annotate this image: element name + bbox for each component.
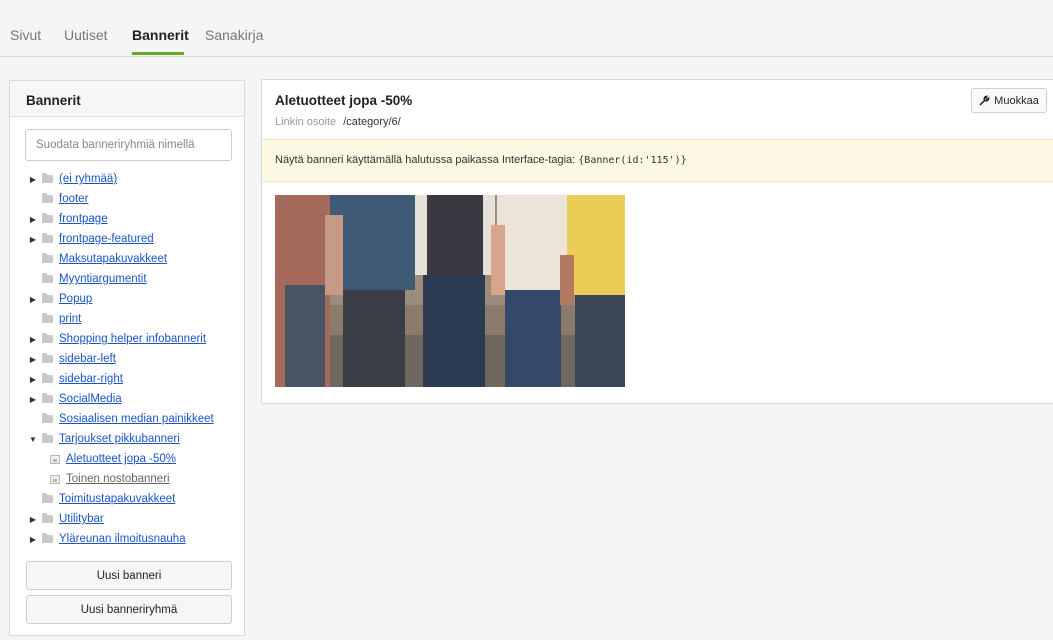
wrench-icon	[979, 95, 990, 106]
tree-item-label[interactable]: print	[59, 313, 81, 325]
tree-group-item[interactable]: ▶ Shopping helper infobannerit	[28, 331, 206, 347]
caret-right-icon[interactable]: ▶	[28, 175, 38, 184]
notice-text: Näytä banneri käyttämällä halutussa paik…	[275, 154, 579, 166]
tab-uutiset[interactable]: Uutiset	[64, 27, 108, 43]
folder-icon	[42, 493, 53, 503]
tree-group-item[interactable]: Sosiaalisen median painikkeet	[28, 411, 214, 427]
tree-group-item[interactable]: print	[28, 311, 81, 327]
tree-group-item[interactable]: ▶ sidebar-right	[28, 371, 123, 387]
caret-right-icon[interactable]: ▶	[28, 215, 38, 224]
tree-group-item[interactable]: ▶ SocialMedia	[28, 391, 122, 407]
banner-detail-panel: Aletuotteet jopa -50% Linkin osoite /cat…	[261, 79, 1053, 404]
edit-button-label: Muokkaa	[994, 94, 1039, 107]
caret-right-icon[interactable]: ▶	[28, 335, 38, 344]
image-icon	[50, 474, 60, 484]
caret-down-icon[interactable]: ▼	[28, 435, 38, 444]
new-banner-group-button[interactable]: Uusi banneriryhmä	[26, 595, 232, 624]
tree-group-item[interactable]: footer	[28, 191, 88, 207]
banner-groups-panel: Bannerit ▶ (ei ryhmää) footer ▶ frontpage ▶ fr…	[9, 80, 245, 636]
tree-group-item[interactable]: ▶ Utilitybar	[28, 511, 104, 527]
tree-item-label[interactable]: Shopping helper infobannerit	[59, 333, 206, 345]
tree-item-label[interactable]: Maksutapakuvakkeet	[59, 253, 167, 265]
tree-group-item[interactable]: ▶ frontpage-featured	[28, 231, 154, 247]
folder-icon	[42, 313, 53, 323]
tree-group-item[interactable]: Toimitustapakuvakkeet	[28, 491, 175, 507]
folder-icon	[42, 333, 53, 343]
folder-icon	[42, 413, 53, 423]
banner-title: Aletuotteet jopa -50%	[275, 93, 413, 108]
tree-item-label[interactable]: Aletuotteet jopa -50%	[66, 453, 176, 465]
tree-item-label[interactable]: Tarjoukset pikkubanneri	[59, 433, 180, 445]
tree-item-label[interactable]: Popup	[59, 293, 92, 305]
banner-image	[275, 195, 625, 387]
new-banner-button[interactable]: Uusi banneri	[26, 561, 232, 590]
link-value: /category/6/	[343, 116, 401, 128]
top-tab-bar: Sivut Uutiset Bannerit Sanakirja	[0, 0, 1053, 57]
link-label: Linkin osoite	[275, 116, 337, 128]
folder-icon	[42, 253, 53, 263]
caret-right-icon[interactable]: ▶	[28, 235, 38, 244]
folder-icon	[42, 513, 53, 523]
folder-icon	[42, 353, 53, 363]
edit-button[interactable]: Muokkaa	[971, 88, 1047, 113]
tab-sivut[interactable]: Sivut	[10, 27, 41, 43]
active-tab-indicator	[132, 52, 184, 55]
filter-input[interactable]	[25, 129, 232, 161]
folder-icon	[42, 173, 53, 183]
folder-icon	[42, 213, 53, 223]
folder-icon	[42, 233, 53, 243]
tree-item-label[interactable]: Utilitybar	[59, 513, 104, 525]
tree-item-label[interactable]: Yläreunan ilmoitusnauha	[59, 533, 186, 545]
tree-group-item[interactable]: Maksutapakuvakkeet	[28, 251, 167, 267]
tree-group-item[interactable]: ▶ Yläreunan ilmoitusnauha	[28, 531, 186, 547]
tree-item-label[interactable]: (ei ryhmää)	[59, 173, 117, 185]
link-row: Linkin osoite /category/6/	[275, 116, 401, 128]
tree-group-item[interactable]: ▶ (ei ryhmää)	[28, 171, 117, 187]
caret-right-icon[interactable]: ▶	[28, 375, 38, 384]
tree-group-item[interactable]: ▶ frontpage	[28, 211, 108, 227]
tree-item-label[interactable]: footer	[59, 193, 88, 205]
tree-group-item[interactable]: ▼ Tarjoukset pikkubanneri	[28, 431, 180, 447]
tab-sanakirja[interactable]: Sanakirja	[205, 27, 263, 43]
folder-icon	[42, 373, 53, 383]
tree-item-label[interactable]: Myyntiargumentit	[59, 273, 147, 285]
folder-icon	[42, 193, 53, 203]
tree-group-item[interactable]: ▶ Popup	[28, 291, 92, 307]
caret-right-icon[interactable]: ▶	[28, 395, 38, 404]
tree-item-label[interactable]: sidebar-right	[59, 373, 123, 385]
folder-icon	[42, 393, 53, 403]
tree-group-item[interactable]: ▶ sidebar-left	[28, 351, 116, 367]
tree-item-label[interactable]: frontpage-featured	[59, 233, 154, 245]
folder-icon	[42, 433, 53, 443]
panel-title: Bannerit	[10, 81, 244, 117]
folder-icon	[42, 293, 53, 303]
notice-code: {Banner(id:'115')}	[578, 155, 687, 166]
folder-icon	[42, 533, 53, 543]
usage-notice: Näytä banneri käyttämällä halutussa paik…	[262, 139, 1053, 182]
tab-bannerit[interactable]: Bannerit	[132, 27, 189, 43]
tree-group-item[interactable]: Myyntiargumentit	[28, 271, 147, 287]
tree-banner-item[interactable]: Aletuotteet jopa -50%	[46, 451, 176, 467]
tree-item-label[interactable]: SocialMedia	[59, 393, 122, 405]
caret-right-icon[interactable]: ▶	[28, 355, 38, 364]
tree-item-label[interactable]: Toimitustapakuvakkeet	[59, 493, 175, 505]
image-icon	[50, 454, 60, 464]
tree-banner-item[interactable]: Toinen nostobanneri	[46, 471, 170, 487]
caret-right-icon[interactable]: ▶	[28, 515, 38, 524]
caret-right-icon[interactable]: ▶	[28, 295, 38, 304]
caret-right-icon[interactable]: ▶	[28, 535, 38, 544]
tree-item-label[interactable]: Toinen nostobanneri	[66, 473, 170, 485]
folder-icon	[42, 273, 53, 283]
tree-item-label[interactable]: Sosiaalisen median painikkeet	[59, 413, 214, 425]
tree-item-label[interactable]: frontpage	[59, 213, 108, 225]
tree-item-label[interactable]: sidebar-left	[59, 353, 116, 365]
